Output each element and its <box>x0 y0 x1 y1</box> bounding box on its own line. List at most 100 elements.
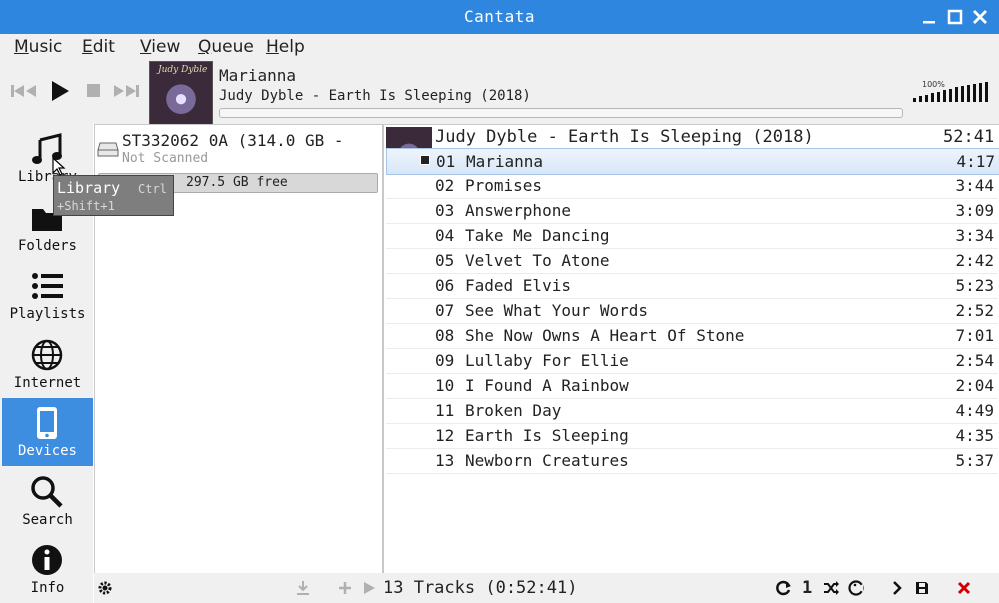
play-icon[interactable] <box>50 80 70 102</box>
track-number: 07 <box>435 301 455 320</box>
menu-view[interactable]: View <box>140 37 180 57</box>
stop-icon[interactable] <box>87 84 101 98</box>
settings-gear-icon[interactable] <box>97 580 113 596</box>
sidebar-item-playlists[interactable]: Playlists <box>2 261 93 329</box>
track-number: 11 <box>435 401 455 420</box>
tooltip: Library Ctrl +Shift+1 <box>53 175 174 216</box>
save-icon[interactable] <box>914 580 930 596</box>
next-track-icon[interactable] <box>112 82 140 100</box>
track-row[interactable]: 04 Take Me Dancing 3:34 <box>386 223 998 249</box>
maximize-icon[interactable] <box>947 9 963 25</box>
track-row[interactable]: 02 Promises 3:44 <box>386 173 998 199</box>
track-number: 06 <box>435 276 455 295</box>
sidebar-item-label: Playlists <box>9 306 86 322</box>
track-number: 12 <box>435 426 455 445</box>
now-playing-cover[interactable]: Judy Dyble <box>149 61 213 125</box>
single-mode-toggle[interactable]: 1 <box>802 578 812 598</box>
track-title: Broken Day <box>465 401 562 420</box>
track-number: 02 <box>435 176 455 195</box>
menu-edit[interactable]: Edit <box>82 37 115 57</box>
track-title: Newborn Creatures <box>465 451 629 470</box>
consume-icon[interactable] <box>848 580 864 596</box>
tooltip-title: Library <box>57 179 121 197</box>
track-number: 05 <box>435 251 455 270</box>
track-length: 4:49 <box>955 401 994 420</box>
phone-icon <box>37 407 57 439</box>
track-title: Earth Is Sleeping <box>465 426 629 445</box>
album-header-title: Judy Dyble - Earth Is Sleeping (2018) <box>435 127 814 147</box>
menu-queue[interactable]: Queue <box>198 37 254 57</box>
sidebar-item-info[interactable]: Info <box>2 535 93 603</box>
hard-drive-icon <box>97 142 119 157</box>
track-row[interactable]: 11 Broken Day 4:49 <box>386 398 998 424</box>
track-number: 13 <box>435 451 455 470</box>
track-length: 3:44 <box>955 176 994 195</box>
now-playing-title: Marianna <box>219 66 297 85</box>
minimize-icon[interactable] <box>921 9 937 25</box>
track-length: 4:35 <box>955 426 994 445</box>
track-length: 7:01 <box>955 326 994 345</box>
track-title: She Now Owns A Heart Of Stone <box>465 326 745 345</box>
track-row[interactable]: 08 She Now Owns A Heart Of Stone 7:01 <box>386 323 998 349</box>
track-length: 2:04 <box>955 376 994 395</box>
device-name[interactable]: ST332062 0A (314.0 GB - <box>122 131 344 150</box>
track-title: I Found A Rainbow <box>465 376 629 395</box>
track-length: 3:09 <box>955 201 994 220</box>
track-length: 2:54 <box>955 351 994 370</box>
globe-icon <box>31 339 63 371</box>
track-row[interactable]: 12 Earth Is Sleeping 4:35 <box>386 423 998 449</box>
track-row[interactable]: 13 Newborn Creatures 5:37 <box>386 448 998 474</box>
add-icon[interactable] <box>337 580 353 596</box>
track-row[interactable]: 06 Faded Elvis 5:23 <box>386 273 998 299</box>
track-number: 01 <box>436 152 456 171</box>
track-length: 5:23 <box>955 276 994 295</box>
clear-queue-icon[interactable] <box>956 580 972 596</box>
track-title: Take Me Dancing <box>465 226 610 245</box>
sidebar-item-internet[interactable]: Internet <box>2 330 93 398</box>
cover-art-text: Judy Dyble <box>158 65 208 75</box>
download-icon[interactable] <box>295 580 311 596</box>
track-length: 4:17 <box>956 152 995 171</box>
device-free-space: 297.5 GB free <box>186 175 288 190</box>
track-title: Answerphone <box>465 201 571 220</box>
track-title: See What Your Words <box>465 301 649 320</box>
tooltip-shortcut-cont: +Shift+1 <box>57 199 115 213</box>
track-length: 2:42 <box>955 251 994 270</box>
list-icon <box>32 273 63 299</box>
track-row[interactable]: 03 Answerphone 3:09 <box>386 198 998 224</box>
title-bar: Cantata <box>0 0 999 34</box>
track-row[interactable]: 09 Lullaby For Ellie 2:54 <box>386 348 998 374</box>
sidebar-item-search[interactable]: Search <box>2 467 93 535</box>
track-number: 03 <box>435 201 455 220</box>
window-title: Cantata <box>464 7 535 26</box>
track-row[interactable]: 07 See What Your Words 2:52 <box>386 298 998 324</box>
close-icon[interactable] <box>972 9 988 25</box>
track-row[interactable]: 05 Velvet To Atone 2:42 <box>386 248 998 274</box>
track-row[interactable]: 01 Marianna 4:17 <box>386 148 999 175</box>
menu-help[interactable]: Help <box>266 37 305 57</box>
track-number: 09 <box>435 351 455 370</box>
info-icon <box>32 545 62 575</box>
search-icon <box>31 476 63 508</box>
playback-progress-bar[interactable] <box>219 108 903 118</box>
playing-indicator <box>420 155 430 165</box>
track-title: Faded Elvis <box>465 276 571 295</box>
previous-track-icon[interactable] <box>10 82 38 100</box>
repeat-icon[interactable] <box>776 580 792 596</box>
device-status: Not Scanned <box>122 151 209 166</box>
queue-summary: 13 Tracks (0:52:41) <box>383 578 578 598</box>
chevron-right-icon[interactable] <box>889 580 905 596</box>
track-row[interactable]: 10 I Found A Rainbow 2:04 <box>386 373 998 399</box>
volume-slider[interactable] <box>913 82 991 102</box>
sidebar-item-label: Internet <box>13 375 82 391</box>
sidebar-item-label: Devices <box>17 443 77 459</box>
play-next-icon[interactable] <box>361 580 377 596</box>
album-header-length: 52:41 <box>943 127 995 147</box>
sidebar-item-devices[interactable]: Devices <box>2 398 93 466</box>
track-title: Marianna <box>466 152 544 171</box>
sidebar-item-label: Info <box>30 580 65 596</box>
shuffle-icon[interactable] <box>823 580 839 596</box>
track-length: 2:52 <box>955 301 994 320</box>
menu-music[interactable]: Music <box>14 37 62 57</box>
track-title: Lullaby For Ellie <box>465 351 629 370</box>
